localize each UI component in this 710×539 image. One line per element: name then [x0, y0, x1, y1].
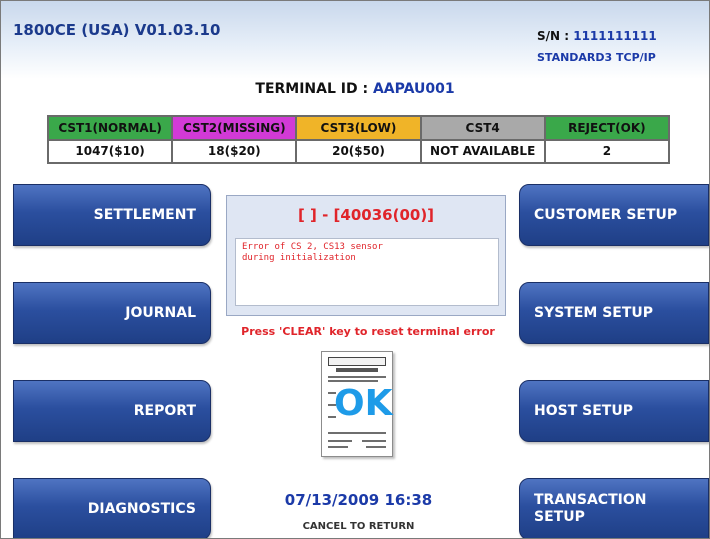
atm-operator-screen: 1800CE (USA) V01.03.10 S/N : 1111111111 … [0, 0, 710, 539]
journal-button[interactable]: JOURNAL [13, 282, 211, 344]
error-message-box: Error of CS 2, CS13 sensor during initia… [235, 238, 499, 306]
cancel-instruction: CANCEL TO RETURN [302, 521, 415, 532]
receipt-line [328, 446, 348, 448]
transaction-setup-button[interactable]: TRANSACTION SETUP [519, 478, 709, 538]
error-panel: [ ] - [40036(00)] Error of CS 2, CS13 se… [226, 195, 506, 316]
date-time: 07/13/2009 16:38 [284, 491, 433, 509]
receipt-line [362, 440, 386, 442]
host-setup-button-label: HOST SETUP [534, 403, 633, 419]
receipt-line [328, 380, 378, 382]
receipt-line [328, 376, 386, 378]
transaction-setup-line1: TRANSACTION [534, 492, 647, 508]
cassette-count: 20($50) [295, 138, 422, 164]
cassette-header: CST4 [419, 115, 546, 141]
cassette-count: NOT AVAILABLE [419, 138, 546, 164]
receipt-line [328, 440, 352, 442]
system-setup-button[interactable]: SYSTEM SETUP [519, 282, 709, 344]
journal-button-label: JOURNAL [125, 305, 196, 321]
terminal-id-label: TERMINAL ID : [255, 81, 369, 97]
terminal-id: TERMINAL ID : AAPAU001 [1, 81, 709, 97]
cassette-header: CST2(MISSING) [171, 115, 298, 141]
cassette-count: 2 [543, 138, 671, 164]
settlement-button[interactable]: SETTLEMENT [13, 184, 211, 246]
system-setup-button-label: SYSTEM SETUP [534, 305, 654, 321]
receipt-ok-icon: OK [321, 351, 393, 457]
cassette-value-row: 1047($10) 18($20) 20($50) NOT AVAILABLE … [46, 138, 671, 164]
receipt-subheader-graphic [336, 368, 378, 372]
ok-mark: OK [334, 383, 393, 424]
terminal-id-value: AAPAU001 [372, 81, 455, 97]
cassette-header-row: CST1(NORMAL) CST2(MISSING) CST3(LOW) CST… [46, 115, 671, 141]
receipt-header-graphic [328, 357, 386, 366]
serial-number-value: 1111111111 [573, 29, 657, 43]
firmware-version: 1800CE (USA) V01.03.10 [13, 21, 221, 39]
report-button-label: REPORT [133, 403, 196, 419]
serial-number: S/N : 1111111111 [537, 29, 657, 43]
cassette-status-table: CST1(NORMAL) CST2(MISSING) CST3(LOW) CST… [46, 115, 671, 164]
diagnostics-button[interactable]: DIAGNOSTICS [13, 478, 211, 538]
receipt-line [366, 446, 386, 448]
cassette-count: 18($20) [171, 138, 298, 164]
error-message-line: Error of CS 2, CS13 sensor [242, 242, 383, 252]
diagnostics-button-label: DIAGNOSTICS [87, 501, 196, 517]
receipt-line [328, 432, 386, 434]
transaction-setup-button-label: TRANSACTION SETUP [534, 492, 646, 526]
transaction-setup-line2: SETUP [534, 509, 585, 525]
cassette-header: CST3(LOW) [295, 115, 422, 141]
customer-setup-button-label: CUSTOMER SETUP [534, 207, 678, 223]
customer-setup-button[interactable]: CUSTOMER SETUP [519, 184, 709, 246]
serial-number-label: S/N : [537, 29, 570, 43]
reset-instruction: Press 'CLEAR' key to reset terminal erro… [241, 325, 495, 338]
error-message-line: during initialization [242, 253, 356, 263]
host-setup-button[interactable]: HOST SETUP [519, 380, 709, 442]
cassette-header: REJECT(OK) [543, 115, 671, 141]
error-code: [ ] - [40036(00)] [297, 206, 435, 224]
settlement-button-label: SETTLEMENT [93, 207, 196, 223]
cassette-count: 1047($10) [46, 138, 174, 164]
report-button[interactable]: REPORT [13, 380, 211, 442]
cassette-header: CST1(NORMAL) [46, 115, 174, 141]
host-protocol: STANDARD3 TCP/IP [537, 51, 656, 64]
